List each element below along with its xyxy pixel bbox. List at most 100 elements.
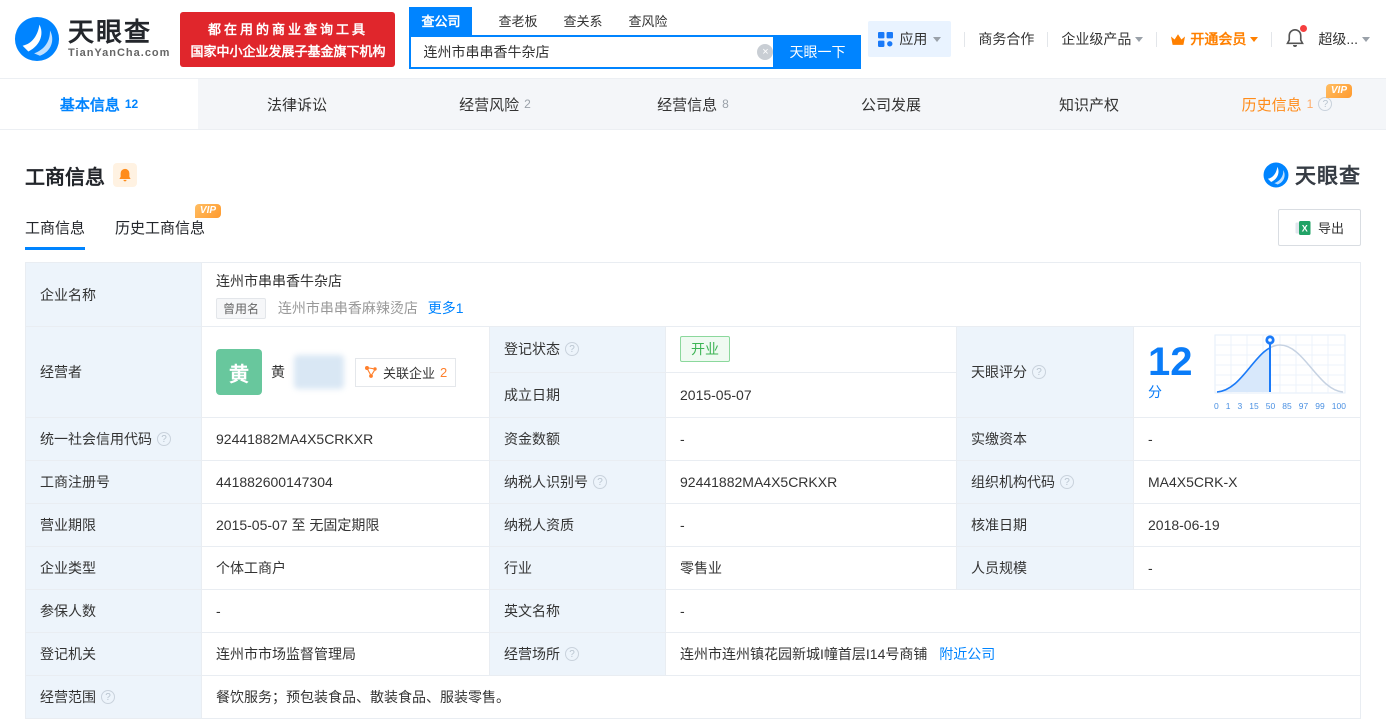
x-tick: 97 <box>1298 401 1309 411</box>
business-scope-label: 经营范围 ? <box>25 675 202 719</box>
promo-banner: 都在用的商业查询工具 国家中小企业发展子基金旗下机构 <box>180 11 396 67</box>
operator-name[interactable]: 黄 <box>271 362 285 382</box>
tab-business-info[interactable]: 经营信息 8 <box>594 79 792 129</box>
field-value: - <box>1148 431 1153 447</box>
x-tick: 100 <box>1331 401 1346 411</box>
field-value: - <box>1148 560 1153 576</box>
bell-curve-chart <box>1214 334 1346 394</box>
field-value: - <box>216 603 221 619</box>
tab-operating-risk[interactable]: 经营风险 2 <box>396 79 594 129</box>
field-label: 企业类型 <box>40 560 96 576</box>
search-tab-risk[interactable]: 查风险 <box>629 11 668 35</box>
vip-badge: VIP <box>194 204 222 218</box>
subscribe-bell-button[interactable] <box>113 163 137 187</box>
field-label: 资金数额 <box>504 431 560 447</box>
more-link[interactable]: 更多1 <box>428 300 464 316</box>
excel-icon: X <box>1295 220 1311 235</box>
search-input[interactable] <box>409 35 782 69</box>
help-icon[interactable]: ? <box>565 342 579 357</box>
search-tab-company[interactable]: 查公司 <box>409 7 473 35</box>
site-logo[interactable]: 天眼查 TianYanCha.com <box>14 16 170 62</box>
field-value: 连州市连州镇花园新城I幢首层I14号商铺 <box>680 646 928 662</box>
export-button[interactable]: X 导出 <box>1277 209 1361 246</box>
company-name-cell: 连州市串串香牛杂店 曾用名 连州市串串香麻辣烫店 更多1 <box>201 262 1361 327</box>
nav-business-coop[interactable]: 商务合作 <box>978 29 1034 49</box>
help-icon[interactable]: ? <box>593 475 607 489</box>
business-site-cell: 连州市连州镇花园新城I幢首层I14号商铺 附近公司 <box>665 632 1361 676</box>
tab-intellectual-property[interactable]: 知识产权 <box>990 79 1188 129</box>
former-name-tag: 曾用名 <box>216 297 267 319</box>
reg-status-label: 登记状态 ? <box>489 326 666 373</box>
uscc-label: 统一社会信用代码 ? <box>25 417 202 461</box>
taxid-label: 纳税人识别号 ? <box>489 460 666 504</box>
tab-basic-info[interactable]: 基本信息 12 <box>0 79 198 129</box>
help-icon[interactable]: ? <box>1060 475 1074 489</box>
tab-history-info[interactable]: VIP 历史信息 1 ? <box>1188 79 1386 129</box>
help-icon[interactable]: ? <box>101 690 115 704</box>
field-value: - <box>680 603 685 619</box>
score-distribution-chart: 0 1 3 15 50 85 97 99 100 <box>1214 333 1346 411</box>
industry-cell: 零售业 <box>665 546 957 590</box>
subtab-history-registration[interactable]: VIP 历史工商信息 <box>115 204 222 250</box>
business-site-label: 经营场所 ? <box>489 632 666 676</box>
search-button[interactable]: 天眼一下 <box>773 35 862 69</box>
tab-legal[interactable]: 法律诉讼 <box>198 79 396 129</box>
tianyancha-company-page: 天眼查 TianYanCha.com 都在用的商业查询工具 国家中小企业发展子基… <box>0 0 1386 723</box>
tab-company-development[interactable]: 公司发展 <box>792 79 990 129</box>
enterprise-label: 企业级产品 <box>1061 31 1132 47</box>
section-header: 工商信息 天眼查 <box>25 160 1361 190</box>
x-tick: 85 <box>1282 401 1292 411</box>
operator-avatar[interactable]: 黄 <box>216 349 262 395</box>
subtab-business-registration[interactable]: 工商信息 <box>25 217 86 250</box>
table-row: 营业期限 2015-05-07 至 无固定期限 纳税人资质 - 核准日期 201… <box>25 503 1361 547</box>
company-type-label: 企业类型 <box>25 546 202 590</box>
table-row: 企业名称 连州市串串香牛杂店 曾用名 连州市串串香麻辣烫店 更多1 <box>25 262 1361 327</box>
status-badge: 开业 <box>680 336 730 363</box>
x-tick: 1 <box>1225 401 1231 411</box>
notifications-bell[interactable] <box>1285 24 1308 51</box>
search-tab-boss[interactable]: 查老板 <box>498 11 537 35</box>
help-icon[interactable]: ? <box>565 647 579 661</box>
related-companies-button[interactable]: 关联企业 2 <box>355 357 457 387</box>
search-tab-relation[interactable]: 查关系 <box>563 11 602 35</box>
tab-label: 基本信息 <box>59 96 120 114</box>
field-label: 经营者 <box>40 364 82 380</box>
tab-count: 1 <box>1306 97 1314 111</box>
company-type-cell: 个体工商户 <box>201 546 490 590</box>
network-icon <box>365 366 377 378</box>
field-label: 天眼评分 <box>971 364 1027 380</box>
table-row: 企业类型 个体工商户 行业 零售业 人员规模 - <box>25 546 1361 590</box>
english-name-cell: - <box>665 589 1361 633</box>
apps-menu[interactable]: 应用 <box>868 21 952 57</box>
score-value-group: 12分 <box>1148 342 1204 402</box>
capital-cell: - <box>665 417 957 461</box>
notification-dot <box>1300 24 1308 32</box>
regno-label: 工商注册号 <box>25 460 202 504</box>
nav-enterprise-products[interactable]: 企业级产品 <box>1061 29 1144 49</box>
operator-cell: 黄 黄 关联企业 2 <box>201 326 490 418</box>
open-vip-button[interactable]: 开通会员 <box>1170 29 1259 49</box>
tax-qualification-cell: - <box>665 503 957 547</box>
field-value: 个体工商户 <box>216 560 286 576</box>
help-icon[interactable]: ? <box>1318 97 1333 111</box>
x-tick: 50 <box>1265 401 1276 411</box>
tab-label: 经营风险 <box>459 96 520 114</box>
orgcode-label: 组织机构代码 ? <box>956 460 1134 504</box>
section-title: 工商信息 <box>25 166 105 189</box>
field-value: 连州市市场监督管理局 <box>216 646 356 662</box>
table-row: 工商注册号 441882600147304 纳税人识别号 ? 92441882M… <box>25 460 1361 504</box>
top-header: 天眼查 TianYanCha.com 都在用的商业查询工具 国家中小企业发展子基… <box>0 0 1386 78</box>
subtab-label: 历史工商信息 <box>115 220 206 237</box>
approve-date-cell: 2018-06-19 <box>1133 503 1361 547</box>
header-nav: 应用 商务合作 企业级产品 开通会员 超级... <box>868 21 1370 57</box>
field-label: 实缴资本 <box>971 431 1027 447</box>
staff-size-label: 人员规模 <box>956 546 1134 590</box>
term-label: 营业期限 <box>25 503 202 547</box>
tianyancha-watermark: 天眼查 <box>1263 160 1361 190</box>
export-label: 导出 <box>1317 221 1344 236</box>
help-icon[interactable]: ? <box>1032 365 1046 379</box>
help-icon[interactable]: ? <box>157 432 171 446</box>
field-label: 纳税人识别号 <box>504 474 588 490</box>
nav-super-vip[interactable]: 超级... <box>1318 29 1370 49</box>
nearby-companies-link[interactable]: 附近公司 <box>939 646 995 662</box>
